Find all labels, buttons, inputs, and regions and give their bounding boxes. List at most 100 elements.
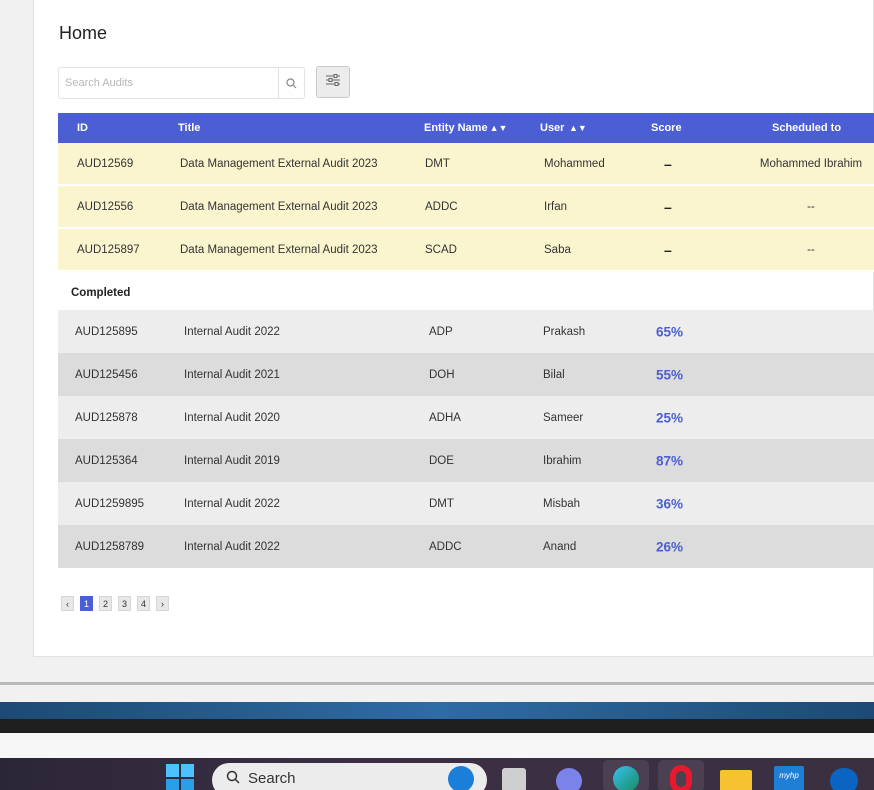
table-row[interactable]: AUD125895 Internal Audit 2022 ADP Prakas…: [58, 310, 874, 353]
cell-scheduled: --: [807, 200, 815, 213]
filter-button[interactable]: [316, 66, 350, 98]
cell-id: AUD125364: [75, 454, 138, 467]
cell-id: AUD125878: [75, 411, 138, 424]
search-icon: [226, 770, 240, 788]
table-header: ID Title Entity Name ▲▼ User ▲▼ Score Sch…: [58, 113, 874, 143]
sort-icon[interactable]: ▲▼: [566, 123, 587, 133]
cell-score: 25%: [656, 410, 684, 425]
prev-page-button[interactable]: ‹: [61, 596, 74, 611]
cell-user: Sameer: [543, 411, 584, 424]
cell-score: 55%: [656, 367, 684, 382]
table-row[interactable]: AUD1259895 Internal Audit 2022 DMT Misba…: [58, 482, 874, 525]
cell-entity: DOE: [429, 454, 454, 467]
cell-entity: ADP: [429, 325, 453, 338]
cell-id: AUD1258789: [75, 540, 145, 553]
search-input[interactable]: [59, 68, 269, 98]
header-id: ID: [77, 122, 88, 134]
cell-user: Saba: [544, 243, 571, 256]
header-scheduled: Scheduled to: [772, 122, 842, 134]
audits-card: Home ID Title Entity Name▲▼ User ▲▼ Scor…: [33, 0, 874, 657]
edge-icon[interactable]: [603, 760, 649, 790]
table-row[interactable]: AUD12569 Data Management External Audit …: [58, 143, 874, 186]
completed-group-label: Completed: [58, 272, 874, 310]
window-border: [0, 682, 874, 685]
header-user-label: User: [540, 122, 565, 134]
cell-title: Internal Audit 2019: [184, 454, 280, 467]
next-page-button[interactable]: ›: [156, 596, 169, 611]
task-view-icon[interactable]: [502, 768, 526, 790]
cell-entity: DOH: [429, 368, 455, 381]
sort-icon[interactable]: ▲▼: [490, 123, 508, 133]
table-row[interactable]: AUD12556 Data Management External Audit …: [58, 186, 874, 229]
cell-score: 87%: [656, 453, 684, 468]
header-user[interactable]: User ▲▼: [540, 122, 587, 134]
bing-icon[interactable]: [448, 766, 474, 790]
windows-start-icon[interactable]: [165, 763, 195, 790]
table-row[interactable]: AUD125878 Internal Audit 2020 ADHA Samee…: [58, 396, 874, 439]
cell-score: 26%: [656, 539, 684, 554]
search-audits-box: [58, 67, 305, 99]
cell-user: Anand: [543, 540, 577, 553]
audits-table: ID Title Entity Name ▲▼ User ▲▼ Score Sch…: [58, 113, 874, 568]
myhp-icon[interactable]: myhp: [774, 766, 804, 790]
table-row[interactable]: AUD125364 Internal Audit 2019 DOE Ibrahi…: [58, 439, 874, 482]
myhp-label: myhp: [779, 771, 799, 780]
header-score: Score: [651, 122, 682, 134]
cell-title: Internal Audit 2022: [184, 497, 280, 510]
cell-id: AUD1259895: [75, 497, 145, 510]
cell-score: 36%: [656, 496, 684, 511]
cell-entity: DMT: [425, 157, 450, 170]
cell-entity: DMT: [429, 497, 454, 510]
file-explorer-icon[interactable]: [720, 770, 752, 790]
cell-user: Irfan: [544, 200, 568, 213]
cell-user: Mohammed: [544, 157, 605, 170]
table-row[interactable]: AUD125897 Data Management External Audit…: [58, 229, 874, 272]
cell-score: –: [664, 155, 672, 172]
page-button-3[interactable]: 3: [118, 596, 131, 611]
cell-title: Data Management External Audit 2023: [180, 243, 378, 256]
cell-entity: SCAD: [425, 243, 457, 256]
cell-title: Data Management External Audit 2023: [180, 200, 378, 213]
page-button-2[interactable]: 2: [99, 596, 112, 611]
taskbar: Search myhp: [0, 758, 874, 790]
cell-id: AUD125456: [75, 368, 138, 381]
page-button-1[interactable]: 1: [80, 596, 93, 611]
completed-label: Completed: [71, 287, 131, 299]
cell-score: –: [664, 241, 672, 258]
cell-score: 65%: [656, 324, 684, 339]
table-row[interactable]: AUD1258789 Internal Audit 2022 ADDC Anan…: [58, 525, 874, 568]
screen-gap: [0, 733, 874, 758]
mail-icon[interactable]: [830, 768, 858, 790]
opera-icon[interactable]: [658, 760, 704, 790]
page-title: Home: [59, 23, 108, 43]
cell-entity: ADDC: [429, 540, 462, 553]
cell-user: Prakash: [543, 325, 586, 338]
header-title: Title: [178, 122, 201, 134]
cell-title: Internal Audit 2021: [184, 368, 280, 381]
sliders-icon: [325, 73, 341, 92]
desktop-background: [0, 702, 874, 719]
cell-scheduled: --: [807, 243, 815, 256]
table-row[interactable]: AUD125456 Internal Audit 2021 DOH Bilal …: [58, 353, 874, 396]
taskbar-search[interactable]: Search: [212, 763, 487, 790]
taskbar-search-label: Search: [248, 770, 296, 787]
header-entity-name[interactable]: Entity Name ▲▼: [424, 122, 507, 134]
cell-user: Ibrahim: [543, 454, 582, 467]
cell-id: AUD12556: [77, 200, 134, 213]
search-icon[interactable]: [278, 68, 304, 98]
page-button-4[interactable]: 4: [137, 596, 150, 611]
cell-title: Data Management External Audit 2023: [180, 157, 378, 170]
pagination: ‹ 1 2 3 4 ›: [61, 596, 169, 611]
cell-user: Bilal: [543, 368, 565, 381]
cell-title: Internal Audit 2022: [184, 325, 280, 338]
cell-id: AUD125895: [75, 325, 138, 338]
desktop-background-dark: [0, 719, 874, 733]
cell-entity: ADDC: [425, 200, 458, 213]
cell-score: –: [664, 198, 672, 215]
cell-title: Internal Audit 2020: [184, 411, 280, 424]
chat-icon[interactable]: [556, 768, 582, 790]
cell-id: AUD125897: [77, 243, 140, 256]
cell-user: Misbah: [543, 497, 581, 510]
cell-entity: ADHA: [429, 411, 461, 424]
cell-title: Internal Audit 2022: [184, 540, 280, 553]
